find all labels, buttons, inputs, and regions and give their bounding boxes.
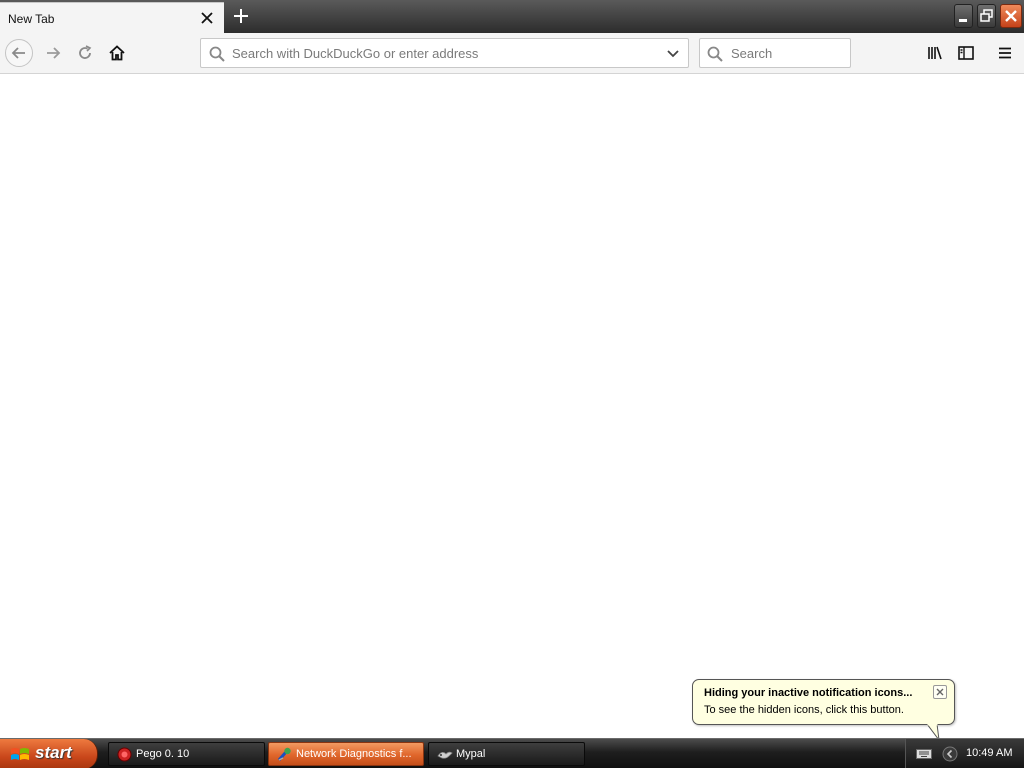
mypal-icon — [437, 747, 453, 765]
start-button[interactable]: start — [0, 739, 98, 768]
window-close-button[interactable] — [1000, 4, 1022, 28]
url-input[interactable] — [232, 44, 652, 62]
sidebar-toggle-button[interactable] — [952, 39, 980, 67]
reload-icon — [79, 45, 92, 59]
balloon-close-button[interactable] — [933, 685, 947, 699]
start-label: start — [35, 743, 72, 762]
chevron-down-icon[interactable] — [665, 46, 681, 65]
restore-button[interactable] — [977, 4, 996, 28]
home-button[interactable] — [103, 39, 131, 67]
close-icon — [936, 688, 944, 696]
sidebar-icon — [958, 46, 974, 60]
search-icon — [209, 46, 225, 65]
windows-logo-icon — [11, 748, 29, 760]
taskbar-item-network-diagnostics[interactable]: Network Diagnostics f... — [268, 742, 424, 766]
tab-title: New Tab — [8, 12, 55, 26]
system-tray: 10:49 AM — [905, 739, 1024, 768]
network-diagnostics-icon — [277, 747, 292, 765]
taskbar: start Pego 0. 10 Network Diagnostics f..… — [0, 738, 1024, 768]
close-tab-icon[interactable] — [199, 10, 215, 26]
balloon-message: To see the hidden icons, click this butt… — [704, 704, 904, 716]
arrow-left-icon — [11, 47, 25, 59]
reload-button[interactable] — [71, 39, 99, 67]
close-icon — [1005, 10, 1017, 22]
library-button[interactable] — [921, 39, 949, 67]
search-input[interactable] — [731, 44, 843, 62]
hamburger-menu-icon — [999, 47, 1011, 59]
home-icon — [109, 45, 125, 61]
search-icon — [707, 46, 723, 65]
minimize-icon — [959, 19, 967, 22]
taskbar-item-pego[interactable]: Pego 0. 10 — [108, 742, 265, 766]
main-menu-button[interactable] — [991, 39, 1019, 67]
arrow-right-icon — [47, 47, 61, 59]
navigation-toolbar — [0, 33, 1024, 74]
tab-strip: New Tab — [0, 0, 1024, 33]
chevron-left-icon — [942, 746, 958, 762]
url-bar[interactable] — [200, 38, 689, 68]
tab-new-tab[interactable]: New Tab — [0, 2, 224, 33]
taskbar-item-label: Network Diagnostics f... — [296, 748, 412, 760]
keyboard-icon[interactable] — [916, 748, 932, 763]
library-icon — [928, 46, 942, 60]
minimize-button[interactable] — [954, 4, 973, 28]
forward-button[interactable] — [39, 39, 67, 67]
balloon-title: Hiding your inactive notification icons.… — [704, 687, 913, 699]
taskbar-item-label: Mypal — [456, 748, 486, 760]
notification-balloon[interactable]: Hiding your inactive notification icons.… — [692, 679, 955, 725]
search-bar[interactable] — [699, 38, 851, 68]
page-content[interactable] — [0, 75, 1024, 738]
restore-icon — [980, 9, 993, 22]
taskbar-item-mypal[interactable]: Mypal — [428, 742, 585, 766]
show-hidden-icons-button[interactable] — [942, 746, 958, 762]
clock[interactable]: 10:49 AM — [966, 747, 1012, 759]
plus-icon — [234, 9, 248, 23]
new-tab-button[interactable] — [229, 5, 253, 27]
back-button[interactable] — [5, 39, 33, 67]
taskbar-item-label: Pego 0. 10 — [136, 748, 190, 760]
pego-icon — [117, 747, 132, 765]
